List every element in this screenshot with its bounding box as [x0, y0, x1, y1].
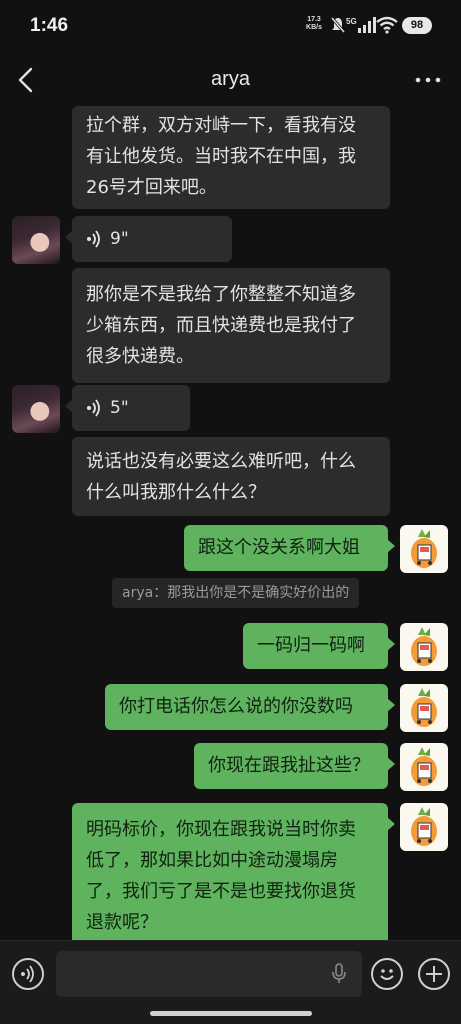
voice-input-button[interactable]	[12, 958, 44, 990]
message-line: 说话也没有必要这么难听吧，什么	[86, 451, 356, 472]
voice-wave-icon	[87, 230, 100, 248]
carrot-avatar-icon	[411, 747, 437, 786]
carrot-avatar-icon	[411, 688, 437, 727]
more-options-icon[interactable]	[414, 72, 442, 88]
self-avatar[interactable]	[400, 684, 448, 732]
carrot-avatar-icon	[411, 529, 437, 568]
voice-wave-icon	[87, 399, 100, 417]
message-bubble-incoming[interactable]: 那你是不是我给了你整整不知道多 少箱东西，而且快递费也是我付了 很多快递费。	[72, 268, 390, 383]
self-avatar[interactable]	[400, 803, 448, 851]
chat-title: arya	[211, 68, 250, 90]
message-bubble-outgoing[interactable]: 明码标价，你现在跟我说当时你卖 低了，那如果比如中途动漫塌房 了，我们亏了是不是…	[72, 803, 395, 948]
battery-indicator: 98	[402, 17, 432, 34]
voice-duration: 5"	[110, 398, 129, 418]
microphone-icon[interactable]	[330, 963, 348, 985]
message-line: 拉个群，双方对峙一下，看我有没	[86, 115, 356, 136]
message-line: 了，我们亏了是不是也要找你退货	[86, 881, 356, 902]
carrot-avatar-icon	[411, 627, 437, 666]
message-line: 一码归一码啊	[257, 635, 365, 656]
message-bubble-outgoing[interactable]: 你现在跟我扯这些？	[194, 743, 395, 789]
message-line: 少箱东西，而且快递费也是我付了	[86, 315, 356, 336]
message-line: 你打电话你怎么说的你没数吗	[119, 696, 353, 717]
network-speed: 17.3 KB/s	[302, 16, 326, 32]
plus-icon	[426, 966, 442, 982]
quoted-message[interactable]: arya：那我出你是不是确实好价出的	[112, 578, 360, 608]
message-line: 低了，那如果比如中途动漫塌房	[86, 850, 338, 871]
self-avatar[interactable]	[400, 525, 448, 573]
message-bubble-outgoing[interactable]: 一码归一码啊	[243, 623, 395, 669]
message-line: 什么叫我那什么什么？	[86, 482, 266, 503]
voice-message[interactable]: 9"	[65, 216, 232, 262]
wifi-icon	[376, 16, 398, 34]
status-time: 1:46	[30, 15, 69, 36]
network-speed-unit: KB/s	[306, 24, 322, 31]
message-line: 很多快递费。	[86, 346, 194, 367]
message-bubble-outgoing[interactable]: 跟这个没关系啊大姐	[184, 525, 395, 571]
chat-header: arya	[0, 54, 461, 106]
voice-duration: 9"	[110, 229, 129, 249]
message-line: 你现在跟我扯这些？	[208, 755, 370, 776]
contact-avatar[interactable]	[12, 385, 60, 433]
chat-input-bar	[0, 940, 461, 1024]
message-line: 退款呢？	[86, 912, 158, 933]
voice-wave-icon	[21, 965, 34, 983]
contact-avatar[interactable]	[12, 216, 60, 264]
self-avatar[interactable]	[400, 743, 448, 791]
emoji-icon	[380, 969, 394, 980]
status-bar: 1:46 17.3 KB/s 5G 98	[0, 0, 461, 54]
message-bubble-outgoing[interactable]: 你打电话你怎么说的你没数吗	[105, 684, 395, 730]
message-line: 有让他发货。当时我不在中国，我	[86, 146, 356, 167]
self-avatar[interactable]	[400, 623, 448, 671]
network-speed-value: 17.3	[307, 16, 321, 23]
emoji-button[interactable]	[371, 958, 403, 990]
svg-text:5G: 5G	[346, 17, 357, 26]
message-line: 明码标价，你现在跟我说当时你卖	[86, 819, 356, 840]
message-line: 那你是不是我给了你整整不知道多	[86, 284, 356, 305]
mute-icon	[330, 17, 346, 33]
more-actions-button[interactable]	[418, 958, 450, 990]
message-line: 跟这个没关系啊大姐	[198, 537, 360, 558]
message-bubble-incoming[interactable]: 拉个群，双方对峙一下，看我有没 有让他发货。当时我不在中国，我 26号才回来吧。	[72, 106, 390, 209]
5g-signal-icon: 5G	[346, 17, 376, 33]
carrot-avatar-icon	[411, 807, 437, 846]
home-indicator[interactable]	[150, 1011, 312, 1016]
message-bubble-incoming[interactable]: 说话也没有必要这么难听吧，什么 什么叫我那什么什么？	[72, 437, 390, 516]
message-line: 26号才回来吧。	[86, 177, 217, 198]
message-input[interactable]	[56, 951, 362, 997]
voice-message[interactable]: 5"	[65, 385, 190, 431]
